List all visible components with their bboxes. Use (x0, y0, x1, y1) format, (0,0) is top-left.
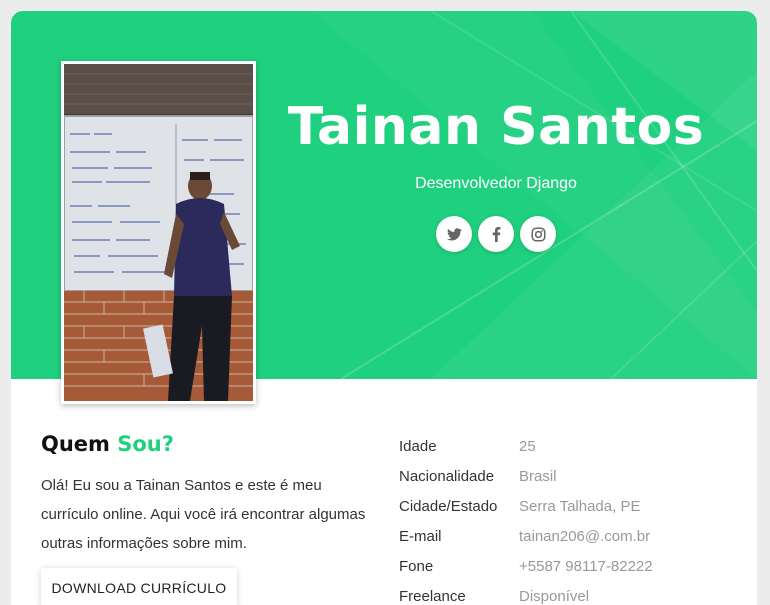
info-row-age: Idade 25 (399, 431, 653, 461)
info-label: Freelance (399, 587, 466, 605)
profile-card: Tainan Santos Desenvolvedor Django Quem … (11, 11, 757, 605)
info-row-city: Cidade/Estado Serra Talhada, PE (399, 491, 653, 521)
about-text: Olá! Eu sou a Tainan Santos e este é meu… (41, 477, 366, 552)
profile-role: Desenvolvedor Django (415, 175, 577, 192)
info-row-freelance: Freelance Disponível (399, 581, 653, 605)
facebook-icon (492, 226, 500, 242)
download-cv-button[interactable]: DOWNLOAD CURRÍCULO (41, 568, 237, 605)
about-title-part2: Sou? (117, 432, 174, 456)
info-value: 25 (519, 437, 536, 455)
profile-name: Tainan Santos (287, 97, 705, 157)
twitter-icon (446, 227, 462, 240)
info-row-phone: Fone +5587 98117-82222 (399, 551, 653, 581)
about-title-part1: Quem (41, 432, 118, 456)
about-title: Quem Sou? (41, 432, 174, 456)
info-label: Nacionalidade (399, 467, 495, 485)
info-value: Serra Talhada, PE (519, 497, 641, 515)
info-label: E-mail (399, 527, 442, 545)
info-label: Idade (399, 437, 437, 455)
info-value: Brasil (519, 467, 557, 485)
profile-photo (61, 61, 256, 404)
info-value: tainan206@.com.br (519, 527, 651, 545)
facebook-button[interactable] (478, 216, 514, 252)
profile-photo-image (64, 64, 253, 401)
instagram-button[interactable] (520, 216, 556, 252)
info-value: +5587 98117-82222 (519, 557, 653, 575)
info-row-email: E-mail tainan206@.com.br (399, 521, 653, 551)
social-links (436, 216, 556, 252)
info-label: Cidade/Estado (399, 497, 498, 515)
twitter-button[interactable] (436, 216, 472, 252)
info-value: Disponível (519, 587, 590, 605)
instagram-icon (531, 227, 545, 241)
info-label: Fone (399, 557, 434, 575)
personal-info-list: Idade 25 Nacionalidade Brasil Cidade/Est… (399, 431, 653, 605)
info-row-nationality: Nacionalidade Brasil (399, 461, 653, 491)
